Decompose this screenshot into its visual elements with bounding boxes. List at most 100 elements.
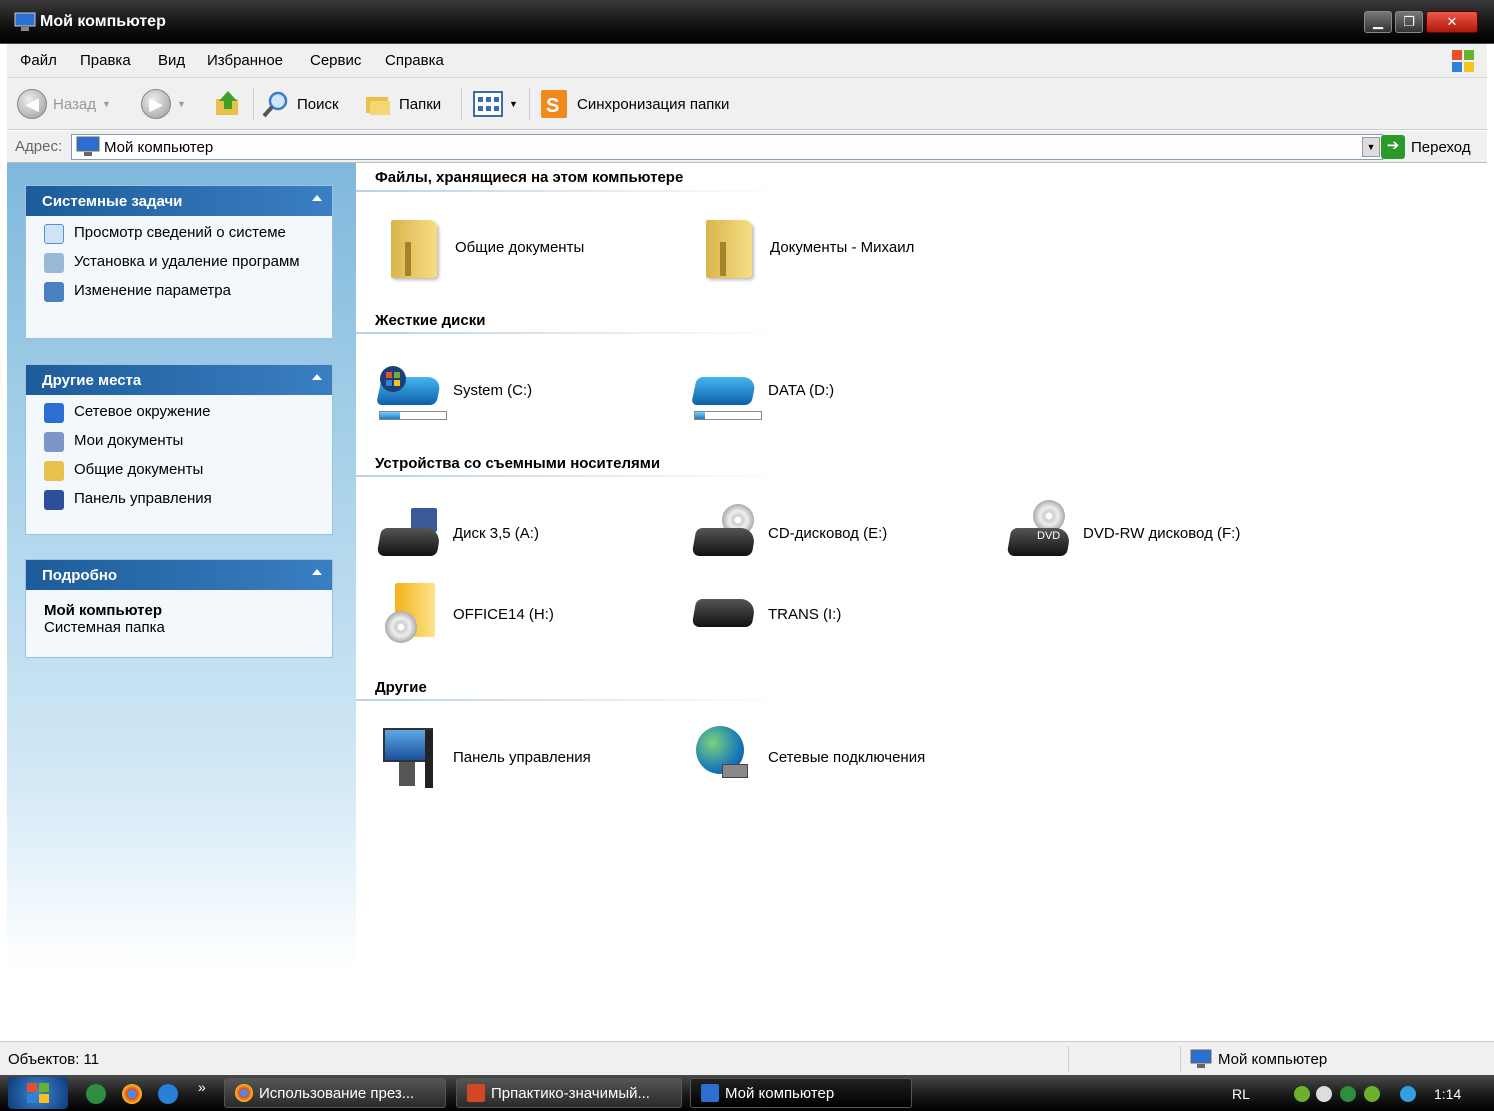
sync-folder-button[interactable]: S Синхронизация папки — [539, 88, 729, 120]
computer-icon — [76, 136, 100, 156]
back-button[interactable]: ◀ Назад ▼ — [17, 88, 111, 120]
control-panel-icon — [44, 490, 64, 510]
task-my-computer[interactable]: Мой компьютер — [690, 1078, 912, 1108]
item-cd-e[interactable]: CD-дисковод (E:) — [691, 500, 888, 566]
item-control-panel[interactable]: Панель управления — [377, 724, 591, 790]
address-label: Адрес: — [15, 138, 63, 155]
quicklaunch-more-icon[interactable]: » — [198, 1079, 206, 1095]
item-drive-c[interactable]: System (C:) — [376, 357, 533, 423]
usage-bar — [694, 411, 762, 420]
utorrent-icon[interactable] — [86, 1084, 106, 1104]
clock[interactable]: 1:14 — [1434, 1086, 1461, 1102]
details-header[interactable]: Подробно — [26, 560, 332, 590]
place-label: Панель управления — [74, 490, 212, 507]
taskbar: » Использование през... Прпактико-значим… — [0, 1075, 1494, 1111]
system-tasks-header[interactable]: Системные задачи — [26, 186, 332, 216]
back-arrow-icon: ◀ — [17, 89, 47, 119]
close-button[interactable]: ✕ — [1426, 11, 1478, 33]
up-folder-button[interactable] — [213, 88, 243, 120]
group-title-files: Файлы, хранящиеся на этом компьютере — [375, 169, 684, 186]
network-connections-icon — [692, 724, 758, 790]
item-label: Диск 3,5 (A:) — [453, 524, 539, 542]
system-tasks-panel: Системные задачи Просмотр сведений о сис… — [25, 185, 333, 339]
task-label: Использование през... — [259, 1084, 415, 1102]
task-powerpoint[interactable]: Прпактико-значимый... — [456, 1078, 682, 1108]
status-location: Мой компьютер — [1190, 1049, 1327, 1069]
item-label: TRANS (I:) — [768, 605, 842, 623]
menu-help[interactable]: Справка — [385, 52, 444, 69]
place-my-documents[interactable]: Мои документы — [44, 432, 332, 452]
language-indicator[interactable]: RL — [1232, 1086, 1250, 1102]
go-button[interactable]: ➔ Переход — [1381, 135, 1471, 159]
utorrent-icon[interactable] — [1340, 1086, 1356, 1102]
item-label: Документы - Михаил — [770, 238, 915, 256]
safely-remove-icon[interactable] — [1364, 1086, 1380, 1102]
menu-file[interactable]: Файл — [20, 52, 57, 69]
task-view-system-info[interactable]: Просмотр сведений о системе — [44, 224, 332, 244]
task-chrome[interactable]: Использование през... — [224, 1078, 446, 1108]
menu-favorites[interactable]: Избранное — [207, 52, 283, 69]
other-places-header[interactable]: Другие места — [26, 365, 332, 395]
dvd-text: DVD — [1037, 530, 1061, 542]
dvd-drive-icon: DVD — [1006, 500, 1073, 566]
menu-edit[interactable]: Правка — [80, 52, 131, 69]
item-office14-h[interactable]: OFFICE14 (H:) — [377, 581, 554, 647]
folders-label: Папки — [399, 95, 442, 113]
menu-view[interactable]: Вид — [158, 52, 185, 69]
collapse-icon[interactable] — [312, 569, 322, 575]
toolbar-separator — [461, 88, 462, 120]
place-network[interactable]: Сетевое окружение — [44, 403, 332, 423]
item-floppy-a[interactable]: Диск 3,5 (A:) — [376, 500, 539, 566]
views-icon — [473, 91, 503, 117]
internet-explorer-icon[interactable] — [158, 1084, 178, 1104]
folders-button[interactable]: Папки — [363, 88, 441, 120]
item-trans-i[interactable]: TRANS (I:) — [691, 581, 842, 647]
collapse-icon[interactable] — [312, 374, 322, 380]
hard-drive-icon — [376, 357, 447, 423]
item-shared-documents[interactable]: Общие документы — [379, 214, 584, 280]
item-label: CD-дисковод (E:) — [768, 524, 888, 542]
views-dropdown-icon: ▼ — [509, 99, 518, 109]
place-shared-documents[interactable]: Общие документы — [44, 461, 332, 481]
menu-tools[interactable]: Сервис — [310, 52, 361, 69]
status-separator — [1068, 1046, 1069, 1072]
details-panel: Подробно Мой компьютер Системная папка — [25, 559, 333, 658]
place-label: Мои документы — [74, 432, 184, 449]
forward-button[interactable]: ▶ ▼ — [141, 88, 186, 120]
search-button[interactable]: Поиск — [261, 88, 339, 120]
task-label: Прпактико-значимый... — [491, 1084, 650, 1102]
item-dvd-f[interactable]: DVD DVD-RW дисковод (F:) — [1006, 500, 1240, 566]
start-button[interactable] — [8, 1077, 68, 1109]
status-separator — [1180, 1046, 1181, 1072]
item-user-documents[interactable]: Документы - Михаил — [694, 214, 914, 280]
folders-icon — [366, 97, 390, 115]
minimize-button[interactable]: ▁ — [1364, 11, 1392, 33]
item-network-connections[interactable]: Сетевые подключения — [692, 724, 925, 790]
chrome-icon[interactable] — [122, 1084, 142, 1104]
tray-network-icon[interactable] — [1294, 1086, 1310, 1102]
task-label: Установка и удаление программ — [74, 253, 300, 270]
place-control-panel[interactable]: Панель управления — [44, 490, 332, 510]
toolbar: ◀ Назад ▼ ▶ ▼ Поиск Папки ▼ S Синхрониза… — [7, 78, 1487, 130]
views-button[interactable]: ▼ — [473, 88, 518, 120]
forward-arrow-icon: ▶ — [141, 89, 171, 119]
item-drive-d[interactable]: DATA (D:) — [691, 357, 835, 423]
address-dropdown-icon[interactable]: ▼ — [1362, 137, 1380, 157]
tray-app-icon[interactable] — [1400, 1086, 1416, 1102]
computer-icon — [701, 1084, 719, 1102]
item-label: DATA (D:) — [768, 381, 835, 399]
restore-button[interactable]: ❐ — [1395, 11, 1423, 33]
item-label: System (C:) — [453, 381, 533, 399]
system-info-icon — [44, 224, 64, 244]
group-title-drives: Жесткие диски — [375, 312, 486, 329]
computer-icon — [1190, 1049, 1212, 1068]
task-add-remove-programs[interactable]: Установка и удаление программ — [44, 253, 332, 273]
group-divider — [356, 190, 786, 192]
volume-icon[interactable] — [1316, 1086, 1332, 1102]
title-bar[interactable]: Мой компьютер ▁ ❐ ✕ — [0, 0, 1494, 44]
address-input[interactable]: Мой компьютер ▼ — [71, 134, 1383, 160]
task-change-setting[interactable]: Изменение параметра — [44, 282, 332, 302]
search-label: Поиск — [297, 95, 339, 113]
back-label: Назад — [53, 95, 96, 113]
collapse-icon[interactable] — [312, 195, 322, 201]
